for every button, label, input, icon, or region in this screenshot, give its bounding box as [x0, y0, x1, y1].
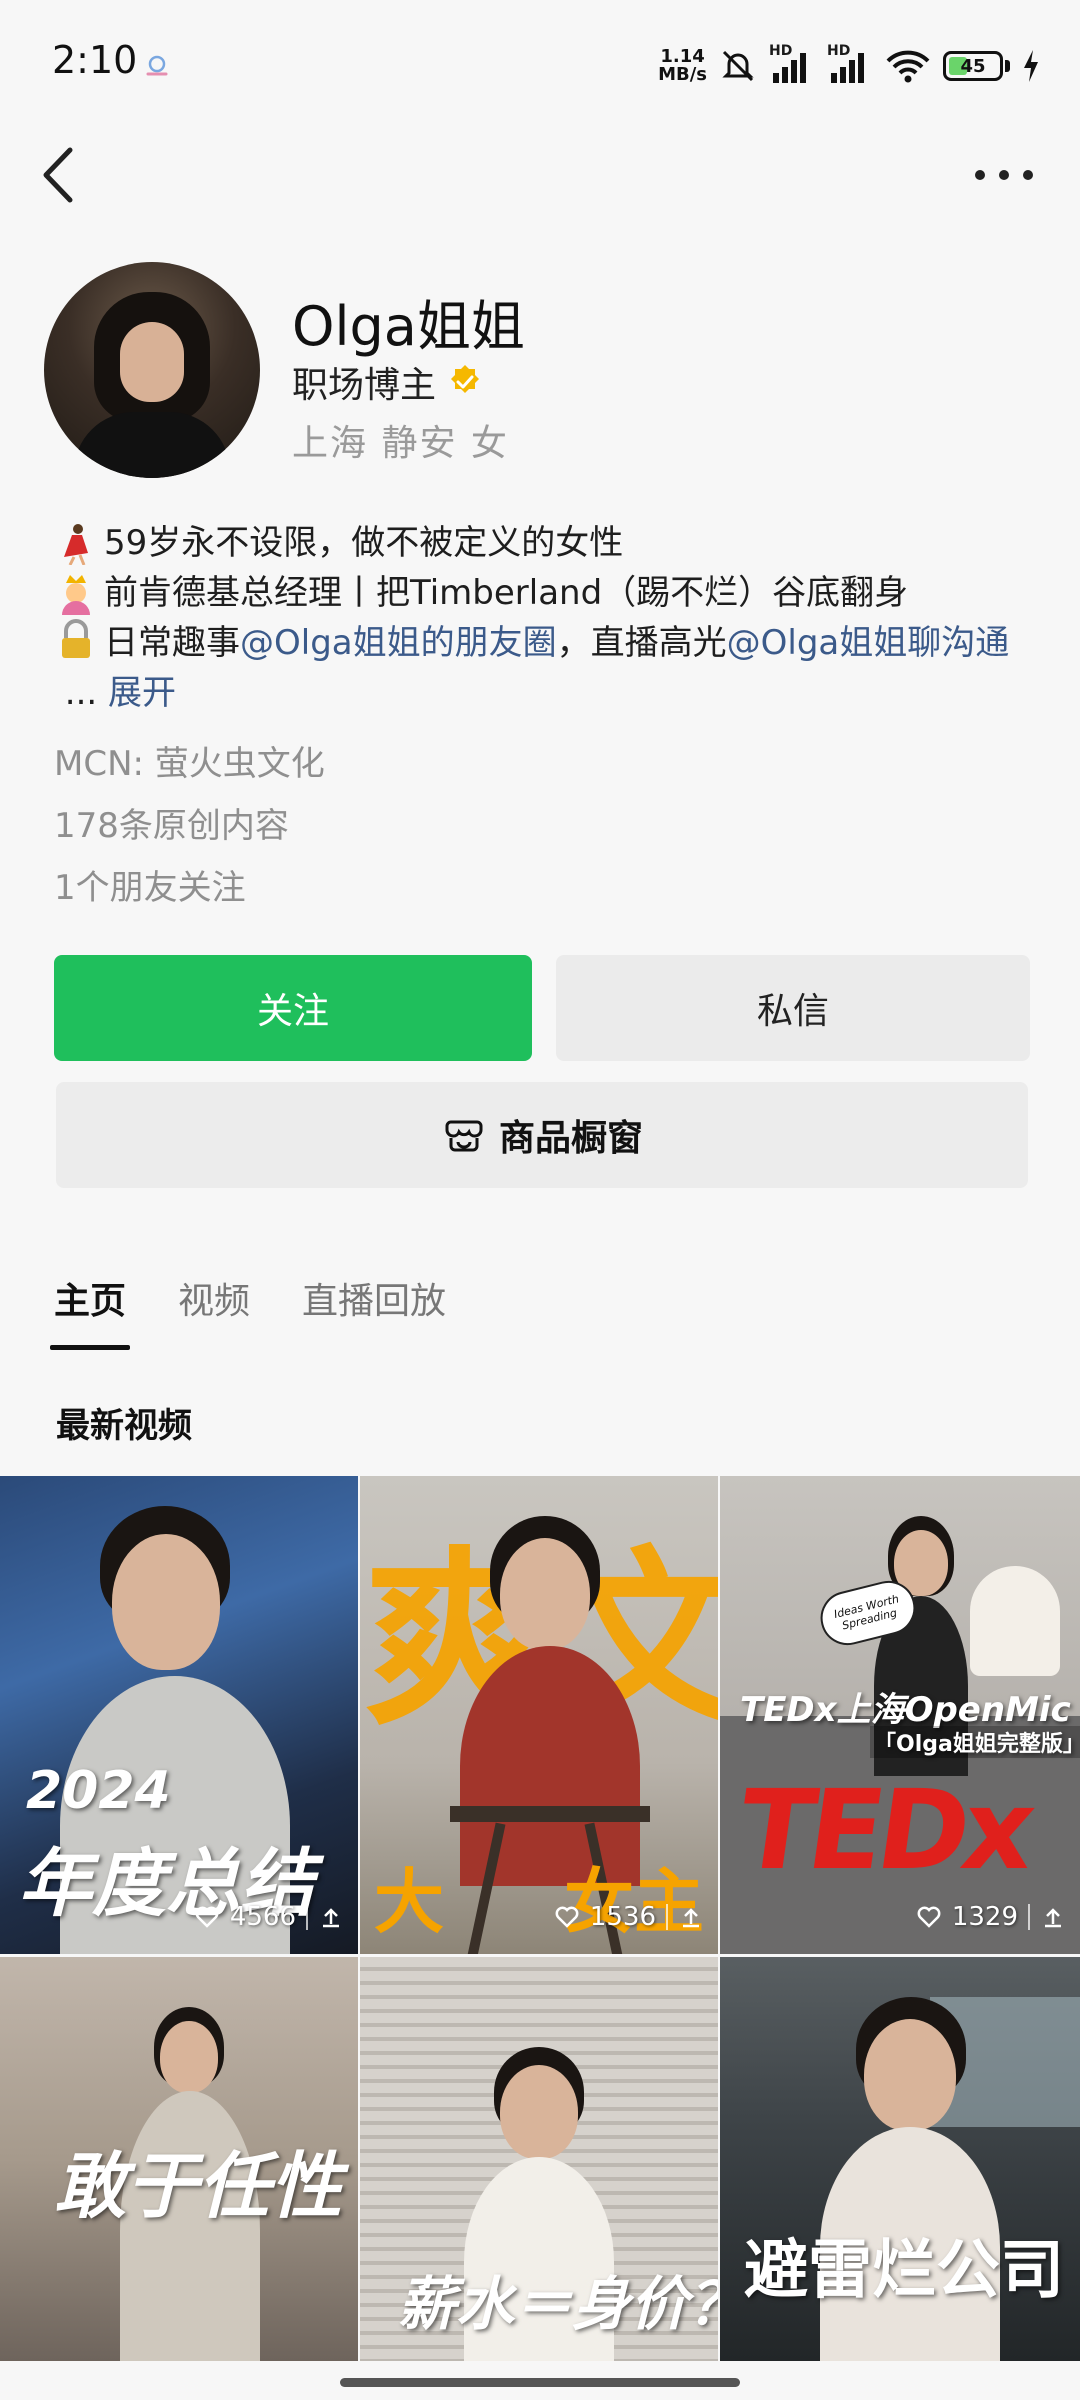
mute-bell-icon	[722, 50, 754, 82]
tab-videos[interactable]: 视频	[178, 1272, 250, 1350]
profile-bio: 59岁永不设限，做不被定义的女性 前肯德基总经理丨把Timberland（踢不烂…	[54, 518, 1014, 718]
message-button[interactable]: 私信	[556, 955, 1030, 1061]
video-stats: 4566	[194, 1902, 344, 1932]
signal-strength-1: HD	[769, 43, 815, 85]
bio-line-2: 前肯德基总经理丨把Timberland（踢不烂）谷底翻身	[54, 568, 1014, 618]
profile-tabs: 主页 视频 直播回放	[49, 1272, 446, 1350]
video-overlay-subtitle: 「Olga姐姐完整版」	[870, 1726, 1080, 1758]
shop-icon	[445, 1120, 483, 1152]
signal-strength-2: HD	[827, 43, 873, 85]
video-overlay-title: 薪水＝身价？	[398, 2270, 718, 2338]
net-speed: 1.14 MB/s	[658, 46, 707, 85]
status-bar: 2:10 1.14 MB/s HD HD 45	[0, 0, 1080, 130]
tab-live-replay[interactable]: 直播回放	[302, 1272, 446, 1350]
video-stats: 1536	[554, 1902, 704, 1932]
princess-emoji-icon	[62, 575, 90, 615]
video-overlay-bottom-left: 大	[374, 1861, 444, 1943]
heart-icon	[917, 1906, 941, 1928]
bio-line-1: 59岁永不设限，做不被定义的女性	[54, 518, 1014, 568]
video-overlay-year: 2024	[26, 1761, 171, 1821]
status-icons: 1.14 MB/s HD HD 45	[658, 43, 1040, 88]
role-label: 职场博主	[292, 365, 437, 406]
section-title: 最新视频	[56, 1406, 192, 1446]
home-indicator[interactable]	[340, 2378, 740, 2387]
avatar[interactable]	[44, 262, 260, 478]
profile-location: 上海 静安 女	[292, 423, 509, 464]
expand-bio-link[interactable]: 展开	[108, 673, 176, 713]
video-overlay-title: 敢于任性	[54, 2144, 343, 2228]
profile-role: 职场博主	[292, 356, 484, 408]
bio-line-3: 日常趣事@Olga姐姐的朋友圈，直播高光@Olga姐姐聊沟通 ... 展开	[54, 618, 1014, 718]
video-thumbnail[interactable]: 敢于任性	[0, 1957, 358, 2361]
status-time: 2:10	[52, 38, 138, 82]
video-thumbnail[interactable]: 避雷烂公司	[720, 1957, 1080, 2361]
share-icon[interactable]	[318, 1904, 344, 1930]
video-stats: 1329	[916, 1902, 1066, 1932]
follow-button[interactable]: 关注	[54, 955, 532, 1061]
shop-window-button[interactable]: 商品橱窗	[56, 1082, 1028, 1188]
video-thumbnail[interactable]: Ideas Worth Spreading TEDx上海OpenMic 「Olg…	[720, 1476, 1080, 1954]
more-options-icon[interactable]	[964, 150, 1044, 200]
like-count: 4566	[229, 1902, 296, 1932]
video-overlay-title: TEDx上海OpenMic	[740, 1690, 1071, 1730]
tedx-logo: TEDx	[731, 1766, 1038, 1894]
video-overlay-title: 避雷烂公司	[744, 2234, 1064, 2308]
share-icon[interactable]	[1040, 1904, 1066, 1930]
signal-bars-icon	[773, 53, 806, 83]
video-thumbnail[interactable]: 薪水＝身价？	[360, 1957, 718, 2361]
wifi-icon	[886, 50, 930, 83]
lock-emoji-icon	[62, 619, 90, 658]
video-thumbnail[interactable]: 爽文 大 女主 1536	[360, 1476, 718, 1954]
charging-icon	[1024, 50, 1038, 82]
battery-level: 45	[960, 55, 986, 77]
mcn-label: MCN: 萤火虫文化	[54, 744, 325, 784]
tab-home[interactable]: 主页	[49, 1272, 131, 1350]
like-count: 1536	[589, 1902, 656, 1932]
like-count: 1329	[951, 1902, 1018, 1932]
video-grid: 2024 年度总结 4566 爽文 大 女主 1536	[0, 1476, 1080, 2361]
shop-label: 商品橱窗	[498, 1118, 643, 1159]
back-chevron-icon[interactable]	[30, 140, 90, 210]
battery-icon: 45	[943, 51, 1003, 81]
friends-circle-link[interactable]: @Olga姐姐的朋友圈	[240, 623, 557, 663]
verified-badge-icon	[451, 365, 480, 393]
cloud-notification-icon	[146, 55, 168, 76]
heart-icon	[555, 1906, 579, 1928]
video-thumbnail[interactable]: 2024 年度总结 4566	[0, 1476, 358, 1954]
original-content-count[interactable]: 178条原创内容	[54, 798, 289, 847]
heart-icon	[195, 1906, 219, 1928]
signal-bars-icon	[831, 53, 864, 83]
share-icon[interactable]	[678, 1904, 704, 1930]
dancer-emoji-icon	[64, 524, 88, 565]
live-highlight-link[interactable]: @Olga姐姐聊沟通	[727, 623, 1010, 663]
battery-indicator: 45	[943, 51, 1010, 81]
profile-name: Olga姐姐	[292, 295, 525, 358]
friends-following-count[interactable]: 1个朋友关注	[54, 860, 246, 909]
